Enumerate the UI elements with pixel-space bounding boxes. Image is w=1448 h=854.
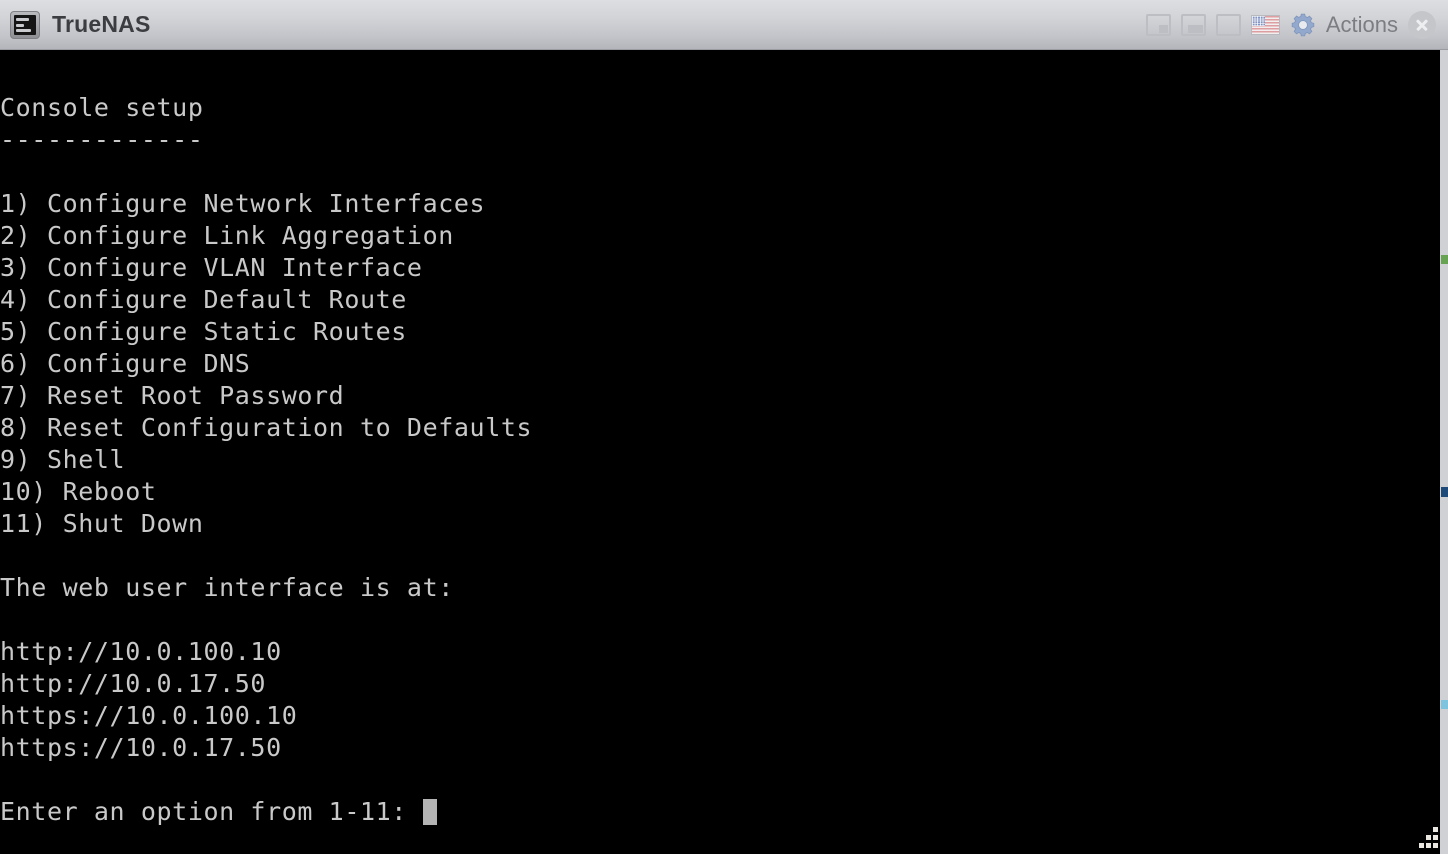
titlebar-left-group: TrueNAS [10,10,151,39]
truenas-console-window: TrueNAS Actions Console setup ----------… [0,0,1448,854]
us-flag-icon[interactable] [1250,14,1280,35]
scale-to-fit-icon[interactable] [1145,13,1171,36]
console-terminal[interactable]: Console setup ------------- 1) Configure… [0,50,1441,854]
window-titlebar[interactable]: TrueNAS Actions [0,0,1448,50]
background-bleed-green [1441,255,1448,264]
terminal-monitor-icon [10,10,40,39]
gear-icon[interactable] [1290,12,1316,38]
app-title: TrueNAS [52,11,151,37]
text-cursor [422,799,437,825]
titlebar-right-group: Actions [1145,10,1440,39]
fit-to-window-icon[interactable] [1180,13,1206,36]
actions-button[interactable]: Actions [1326,12,1398,38]
window-right-gutter [1441,50,1448,854]
background-bleed-cyan [1441,700,1448,709]
resize-grip[interactable] [1412,824,1438,850]
console-output: Console setup ------------- 1) Configure… [0,93,533,826]
close-icon[interactable] [1408,10,1436,39]
fullscreen-icon[interactable] [1215,13,1241,36]
background-bleed-blue [1441,487,1448,497]
